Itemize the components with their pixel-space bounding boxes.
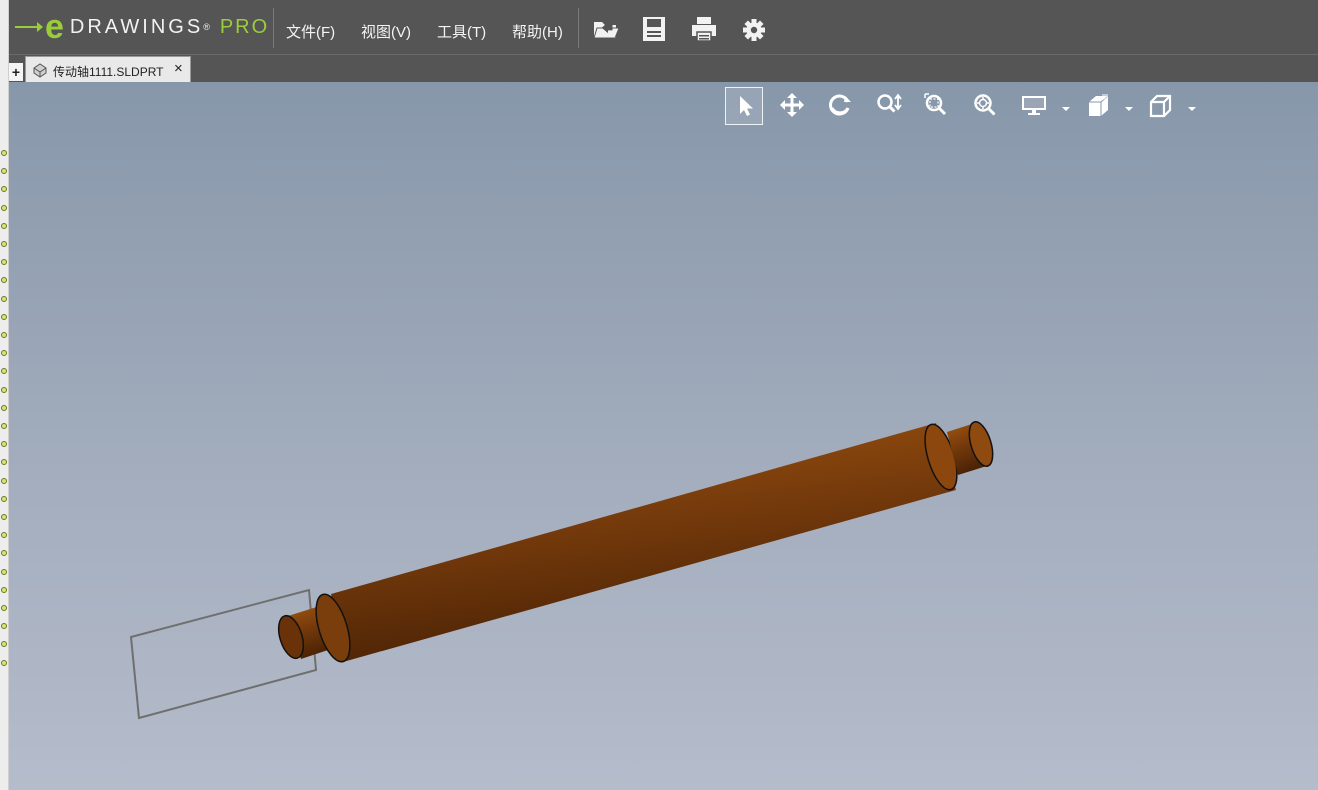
model-scene [129,421,994,720]
shaft-main-body [315,423,956,663]
